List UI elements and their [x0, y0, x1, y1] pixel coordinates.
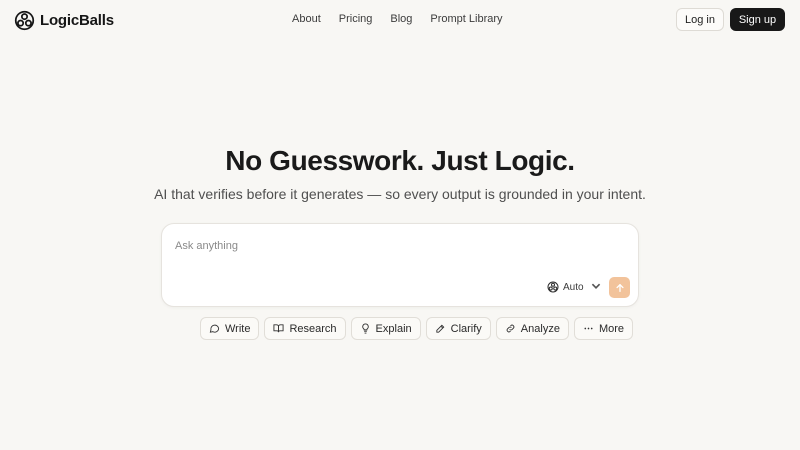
- model-selector-label: Auto: [563, 281, 584, 293]
- research-chip[interactable]: Research: [264, 317, 346, 340]
- brand-logo[interactable]: LogicBalls: [14, 9, 114, 31]
- logicballs-logo-icon: [547, 281, 559, 293]
- more-chip-label: More: [598, 322, 624, 335]
- book-icon: [273, 324, 285, 333]
- write-chip-label: Write: [225, 322, 251, 335]
- arrow-up-icon: [615, 283, 624, 292]
- nav-pricing-link[interactable]: Pricing: [339, 12, 373, 26]
- prompt-input[interactable]: [175, 237, 615, 255]
- lightbulb-icon: [361, 323, 369, 334]
- logicballs-logo-icon: [14, 10, 35, 30]
- clarify-chip-label: Clarify: [450, 322, 482, 335]
- nav-blog-link[interactable]: Blog: [390, 12, 412, 26]
- prompt-box: Auto: [161, 223, 639, 307]
- nav-about-link[interactable]: About: [292, 12, 321, 26]
- ellipsis-icon: [584, 327, 593, 330]
- pencil-icon: [436, 324, 444, 333]
- write-chip[interactable]: Write: [200, 317, 260, 340]
- signup-button[interactable]: Sign up: [730, 8, 785, 31]
- top-header: LogicBalls About Pricing Blog Prompt Lib…: [0, 0, 800, 40]
- hero-title: No Guesswork. Just Logic.: [225, 145, 575, 176]
- explain-chip[interactable]: Explain: [350, 317, 421, 340]
- chevron-down-icon: [590, 280, 602, 294]
- brand-name: LogicBalls: [40, 11, 114, 29]
- nav-prompt-library-link[interactable]: Prompt Library: [430, 12, 502, 26]
- analyze-chip[interactable]: Analyze: [495, 317, 569, 340]
- explain-chip-label: Explain: [375, 322, 412, 335]
- action-chips: Write Research Explain Clarify Analyze M…: [200, 317, 633, 340]
- model-selector[interactable]: Auto: [547, 279, 602, 295]
- main-nav: About Pricing Blog Prompt Library: [292, 12, 521, 26]
- research-chip-label: Research: [289, 322, 337, 335]
- login-button[interactable]: Log in: [676, 8, 724, 31]
- chat-bubble-icon: [209, 324, 220, 333]
- link-icon: [506, 324, 515, 333]
- more-chip[interactable]: More: [573, 317, 633, 340]
- page: LogicBalls About Pricing Blog Prompt Lib…: [0, 0, 800, 450]
- clarify-chip[interactable]: Clarify: [425, 317, 491, 340]
- auth-buttons: Log in Sign up: [676, 8, 785, 31]
- hero-subtitle: AI that verifies before it generates — s…: [154, 186, 646, 202]
- analyze-chip-label: Analyze: [520, 322, 560, 335]
- send-button[interactable]: [609, 277, 630, 298]
